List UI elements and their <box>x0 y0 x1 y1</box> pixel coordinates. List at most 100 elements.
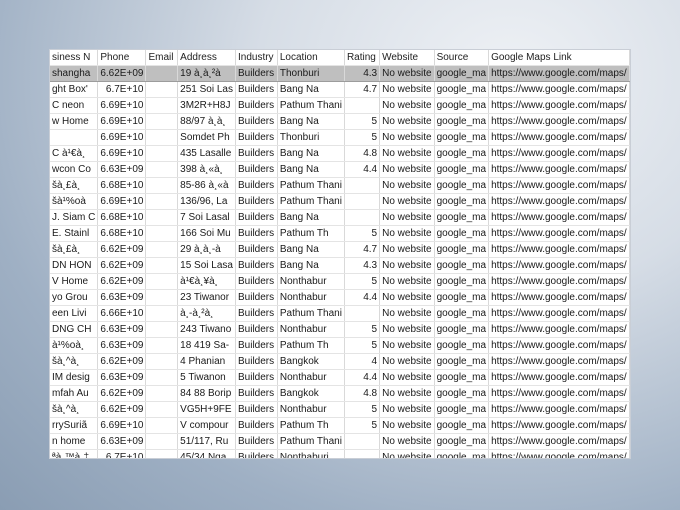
table-cell[interactable]: Pathum Thani <box>277 193 345 210</box>
table-cell[interactable]: n home <box>50 433 99 450</box>
table-cell[interactable]: shangha <box>50 65 99 82</box>
table-cell[interactable]: google_ma <box>434 65 490 82</box>
table-cell[interactable]: https://www.google.com/maps/ <box>488 225 630 242</box>
table-cell[interactable]: Builders <box>235 65 278 82</box>
table-row[interactable]: 6.69E+10 Somdet Ph Builders Thonburi 5 No web… <box>50 129 630 146</box>
table-cell[interactable] <box>145 273 179 290</box>
table-cell[interactable]: google_ma <box>434 177 490 194</box>
table-row[interactable]: V Home 6.62E+09 à¹€à¸¥à¸ Builders Nonthabur 5… <box>50 273 630 290</box>
table-cell[interactable]: Bang Na <box>277 241 345 258</box>
table-row[interactable]: ght Box' 6.7E+10 251 Soi Las Builders Bang N… <box>50 81 630 98</box>
table-cell[interactable]: 6.62E+09 <box>97 257 147 274</box>
table-cell[interactable]: No website <box>379 305 435 322</box>
table-cell[interactable]: Pathum Thani <box>277 97 345 114</box>
table-cell[interactable]: 6.7E+10 <box>97 81 147 98</box>
table-cell[interactable]: 4.7 <box>344 81 381 98</box>
column-header[interactable]: Industry <box>235 50 278 66</box>
table-cell[interactable]: google_ma <box>434 289 490 306</box>
table-cell[interactable]: google_ma <box>434 433 490 450</box>
table-cell[interactable]: No website <box>379 81 435 98</box>
table-cell[interactable]: 6.62E+09 <box>97 353 147 370</box>
table-row[interactable]: w Home 6.69E+10 88/97 à¸­à¸ Builders Bang Na… <box>50 113 630 130</box>
table-cell[interactable] <box>145 369 179 386</box>
table-cell[interactable]: C neon <box>50 97 99 114</box>
table-cell[interactable]: Builders <box>235 145 278 162</box>
table-cell[interactable]: https://www.google.com/maps/ <box>488 433 630 450</box>
table-cell[interactable]: Nonthaburi <box>277 449 345 458</box>
table-cell[interactable] <box>145 321 179 338</box>
table-cell[interactable]: 136/96, La <box>177 193 236 210</box>
table-cell[interactable]: Builders <box>235 417 278 434</box>
table-cell[interactable]: No website <box>379 449 435 458</box>
table-row[interactable]: IM desig 6.63E+09 5 Tiwanon Builders Nonthab… <box>50 369 630 386</box>
table-cell[interactable]: google_ma <box>434 209 490 226</box>
table-cell[interactable]: 6.69E+10 <box>97 193 147 210</box>
table-cell[interactable] <box>344 433 381 450</box>
table-cell[interactable]: Builders <box>235 353 278 370</box>
table-row[interactable]: šà¹%oà 6.69E+10 136/96, La Builders Pathum T… <box>50 193 630 210</box>
table-cell[interactable]: J. Siam C <box>50 209 99 226</box>
table-cell[interactable] <box>145 289 179 306</box>
table-cell[interactable] <box>145 145 179 162</box>
table-row[interactable]: DNG CH 6.63E+09 243 Tiwano Builders Nonthabu… <box>50 321 630 338</box>
column-header[interactable]: Website <box>379 50 435 66</box>
table-row[interactable]: mfah Au 6.62E+09 84 88 Borip Builders Bangko… <box>50 385 630 402</box>
table-cell[interactable]: https://www.google.com/maps/ <box>488 241 630 258</box>
table-cell[interactable]: 5 <box>344 225 381 242</box>
table-cell[interactable]: https://www.google.com/maps/ <box>488 161 630 178</box>
table-cell[interactable]: Builders <box>235 305 278 322</box>
table-cell[interactable]: Thonburi <box>277 129 345 146</box>
table-cell[interactable]: Bang Na <box>277 145 345 162</box>
table-cell[interactable]: No website <box>379 369 435 386</box>
table-row[interactable]: ªà¸™à¸‡ 6.7E+10 45/34 Nga Builders Nonthabur… <box>50 449 630 458</box>
table-cell[interactable] <box>344 177 381 194</box>
table-cell[interactable] <box>50 129 99 146</box>
table-cell[interactable] <box>145 433 179 450</box>
table-cell[interactable]: 6.69E+10 <box>97 129 147 146</box>
table-cell[interactable]: No website <box>379 433 435 450</box>
table-cell[interactable]: Builders <box>235 241 278 258</box>
table-cell[interactable]: 6.69E+10 <box>97 97 147 114</box>
table-cell[interactable]: https://www.google.com/maps/ <box>488 257 630 274</box>
table-cell[interactable]: šà¹%oà <box>50 193 99 210</box>
table-cell[interactable]: 5 <box>344 321 381 338</box>
table-row[interactable]: šà¸^à¸ 6.62E+09 4 Phanian Builders Bangkok 4 N… <box>50 353 630 370</box>
table-cell[interactable]: 23 Tiwanor <box>177 289 236 306</box>
table-cell[interactable]: No website <box>379 177 435 194</box>
table-cell[interactable]: Builders <box>235 433 278 450</box>
column-header[interactable]: Source <box>434 50 490 66</box>
table-cell[interactable] <box>145 385 179 402</box>
table-cell[interactable]: 19 à¸­à¸²à <box>177 65 236 82</box>
table-cell[interactable]: 4 <box>344 353 381 370</box>
table-cell[interactable]: 4 Phanian <box>177 353 236 370</box>
table-cell[interactable]: yo Grou <box>50 289 99 306</box>
table-cell[interactable]: Nonthabur <box>277 321 345 338</box>
table-cell[interactable]: 5 Tiwanon <box>177 369 236 386</box>
column-header[interactable]: Email <box>145 50 179 66</box>
table-cell[interactable]: google_ma <box>434 305 490 322</box>
table-cell[interactable] <box>145 353 179 370</box>
table-cell[interactable]: No website <box>379 65 435 82</box>
table-cell[interactable]: 6.66E+10 <box>97 305 147 322</box>
table-cell[interactable]: Bangkok <box>277 385 345 402</box>
table-cell[interactable]: 5 <box>344 129 381 146</box>
table-cell[interactable]: https://www.google.com/maps/ <box>488 65 630 82</box>
table-cell[interactable]: google_ma <box>434 273 490 290</box>
table-cell[interactable]: Builders <box>235 209 278 226</box>
table-cell[interactable] <box>145 449 179 458</box>
table-row[interactable]: J. Siam C 6.68E+10 7 Soi Lasal Builders Bang… <box>50 209 630 226</box>
table-cell[interactable]: 4.7 <box>344 241 381 258</box>
table-cell[interactable]: Builders <box>235 129 278 146</box>
table-cell[interactable]: No website <box>379 401 435 418</box>
table-cell[interactable]: https://www.google.com/maps/ <box>488 209 630 226</box>
table-cell[interactable]: google_ma <box>434 257 490 274</box>
table-cell[interactable] <box>145 225 179 242</box>
table-cell[interactable]: 84 88 Borip <box>177 385 236 402</box>
table-cell[interactable]: Builders <box>235 273 278 290</box>
table-row[interactable]: wcon Co 6.63E+09 398 à¸«à¸ Builders Bang Na 4… <box>50 161 630 178</box>
table-cell[interactable]: 6.63E+09 <box>97 337 147 354</box>
table-cell[interactable]: een Livi <box>50 305 99 322</box>
table-cell[interactable]: 6.63E+09 <box>97 161 147 178</box>
table-cell[interactable]: Builders <box>235 81 278 98</box>
table-cell[interactable]: 4.3 <box>344 257 381 274</box>
